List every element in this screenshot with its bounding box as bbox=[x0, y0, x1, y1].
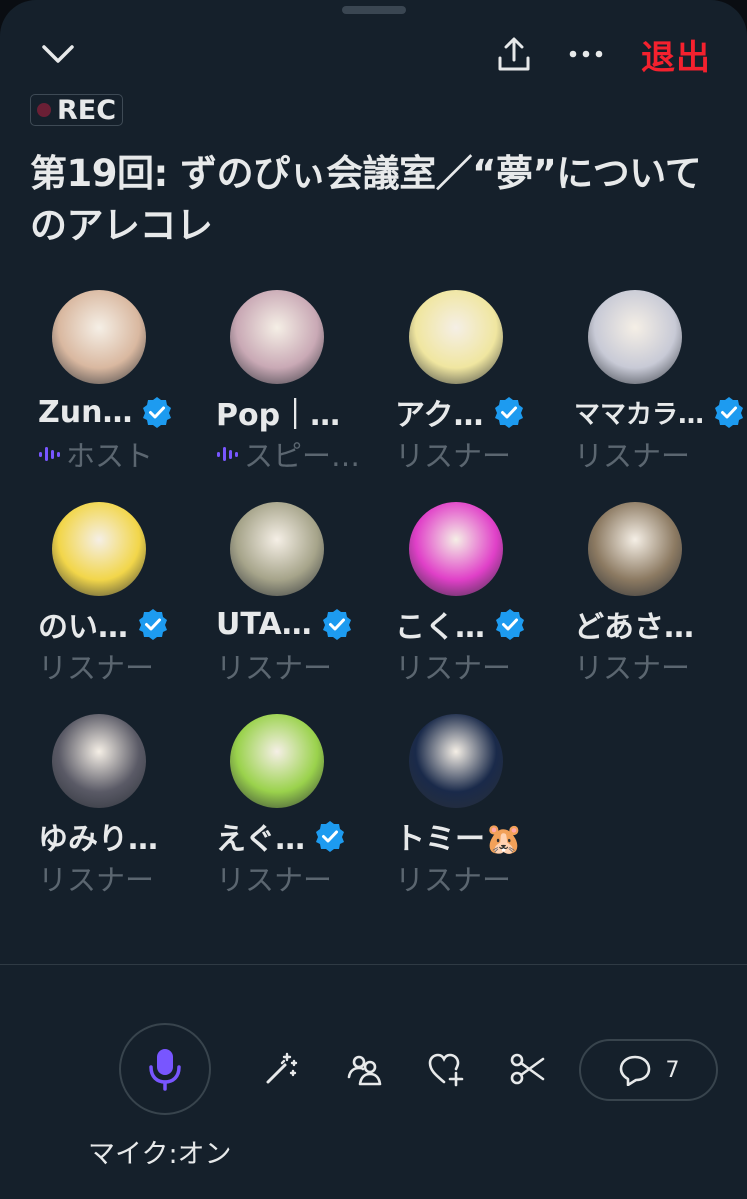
avatar[interactable] bbox=[588, 502, 682, 596]
avatar[interactable] bbox=[588, 290, 682, 384]
microphone-icon bbox=[149, 1049, 181, 1091]
verified-badge-icon bbox=[313, 819, 347, 853]
microphone-button[interactable] bbox=[119, 1023, 211, 1115]
participant-name: えぐ… bbox=[216, 822, 306, 857]
bottom-divider bbox=[0, 964, 747, 965]
participant-card[interactable]: えぐ… リスナー bbox=[208, 712, 386, 912]
participant-card[interactable]: Zun… ホスト bbox=[30, 288, 208, 488]
effects-wand-icon[interactable] bbox=[261, 1049, 301, 1089]
more-options-icon[interactable] bbox=[566, 34, 606, 74]
role-row: リスナー bbox=[38, 646, 208, 686]
participant-name: Pop｜… bbox=[216, 398, 341, 433]
avatar[interactable] bbox=[230, 714, 324, 808]
participant-card[interactable]: こく… リスナー bbox=[387, 500, 565, 700]
space-title: 第19回: ずのぴぃ会議室／“夢”についてのアレコレ bbox=[30, 152, 702, 247]
participant-role: スピー… bbox=[244, 439, 361, 473]
comment-bubble-icon bbox=[619, 1055, 650, 1086]
name-row: UTA… bbox=[216, 602, 386, 646]
role-row: リスナー bbox=[574, 434, 744, 474]
name-row: のい… bbox=[38, 602, 208, 646]
avatar[interactable] bbox=[409, 502, 503, 596]
participant-card[interactable]: どあさ… リスナー bbox=[566, 500, 744, 700]
sheet-grabber[interactable] bbox=[342, 6, 406, 14]
role-row: リスナー bbox=[395, 434, 565, 474]
people-icon[interactable] bbox=[344, 1049, 384, 1089]
comments-button[interactable]: 7 bbox=[579, 1039, 718, 1101]
avatar[interactable] bbox=[52, 714, 146, 808]
role-row: スピー… bbox=[216, 434, 386, 474]
rec-label: REC bbox=[57, 94, 117, 126]
participant-role: リスナー bbox=[216, 651, 333, 685]
participant-name: アク… bbox=[395, 398, 484, 433]
verified-badge-icon bbox=[712, 395, 746, 429]
role-row: リスナー bbox=[574, 646, 744, 686]
role-row: リスナー bbox=[38, 858, 208, 898]
avatar[interactable] bbox=[230, 502, 324, 596]
speaking-wave-icon bbox=[216, 445, 238, 463]
participant-role: リスナー bbox=[395, 651, 512, 685]
name-row: ゆみり… bbox=[38, 814, 208, 858]
participant-card[interactable]: アク… リスナー bbox=[387, 288, 565, 488]
participant-role: リスナー bbox=[574, 439, 691, 473]
participant-card[interactable]: UTA… リスナー bbox=[208, 500, 386, 700]
role-row: リスナー bbox=[395, 646, 565, 686]
participant-role: リスナー bbox=[574, 651, 691, 685]
participant-name: ゆみり… bbox=[38, 822, 158, 857]
name-row: えぐ… bbox=[216, 814, 386, 858]
comment-count: 7 bbox=[665, 1057, 680, 1083]
participant-name: のい… bbox=[38, 610, 128, 645]
avatar[interactable] bbox=[409, 290, 503, 384]
name-row: トミー🐹 bbox=[395, 814, 565, 858]
verified-badge-icon bbox=[140, 395, 174, 429]
role-row: リスナー bbox=[395, 858, 565, 898]
record-dot-icon bbox=[37, 103, 51, 117]
participant-card[interactable]: のい… リスナー bbox=[30, 500, 208, 700]
participant-name: トミー🐹 bbox=[395, 822, 523, 857]
participant-card[interactable]: トミー🐹 リスナー bbox=[387, 712, 565, 912]
name-row: ママカラ… bbox=[574, 390, 744, 434]
heart-add-icon[interactable] bbox=[426, 1049, 466, 1089]
speaking-wave-icon bbox=[38, 445, 60, 463]
name-row: Pop｜… bbox=[216, 390, 386, 434]
participant-name: どあさ… bbox=[574, 610, 694, 645]
verified-badge-icon bbox=[320, 607, 354, 641]
role-row: リスナー bbox=[216, 646, 386, 686]
name-row: こく… bbox=[395, 602, 565, 646]
avatar[interactable] bbox=[52, 502, 146, 596]
participant-role: リスナー bbox=[216, 863, 333, 897]
participant-role: リスナー bbox=[395, 863, 512, 897]
recording-badge: REC bbox=[30, 94, 124, 126]
avatar[interactable] bbox=[409, 714, 503, 808]
participant-card[interactable]: ママカラ… リスナー bbox=[566, 288, 744, 488]
clip-scissors-icon[interactable] bbox=[508, 1049, 548, 1089]
name-row: どあさ… bbox=[574, 602, 744, 646]
verified-badge-icon bbox=[492, 395, 526, 429]
participant-name: UTA… bbox=[216, 606, 312, 642]
name-row: アク… bbox=[395, 390, 565, 434]
participant-role: リスナー bbox=[38, 863, 155, 897]
verified-badge-icon bbox=[136, 607, 170, 641]
participant-name: ママカラ… bbox=[574, 399, 705, 430]
participant-role: リスナー bbox=[38, 651, 155, 685]
role-row: ホスト bbox=[38, 434, 208, 474]
mic-status-label: マイク:オン bbox=[88, 1139, 232, 1170]
name-row: Zun… bbox=[38, 390, 208, 434]
space-sheet: 退出 REC 第19回: ずのぴぃ会議室／“夢”についてのアレコレ Zun… ホス… bbox=[0, 0, 747, 1199]
exit-button[interactable]: 退出 bbox=[641, 30, 711, 79]
participant-name: Zun… bbox=[38, 394, 133, 430]
participant-name: こく… bbox=[395, 610, 485, 645]
verified-badge-icon bbox=[493, 607, 527, 641]
participant-card[interactable]: ゆみり… リスナー bbox=[30, 712, 208, 912]
role-row: リスナー bbox=[216, 858, 386, 898]
participant-card[interactable]: Pop｜… スピー… bbox=[208, 288, 386, 488]
collapse-chevron-icon[interactable] bbox=[38, 34, 78, 74]
participant-role: リスナー bbox=[395, 439, 512, 473]
avatar[interactable] bbox=[52, 290, 146, 384]
share-icon[interactable] bbox=[494, 34, 534, 74]
participant-role: ホスト bbox=[66, 439, 154, 473]
avatar[interactable] bbox=[230, 290, 324, 384]
